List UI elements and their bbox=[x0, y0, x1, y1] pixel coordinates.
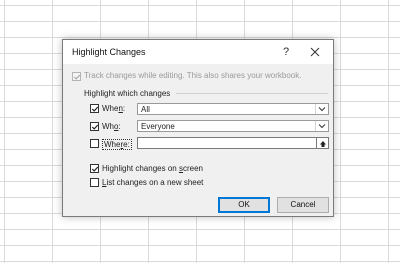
who-value: Everyone bbox=[141, 122, 175, 131]
when-label: When: bbox=[102, 104, 126, 113]
who-dropdown[interactable]: Everyone bbox=[137, 120, 329, 132]
dialog-title: Highlight Changes bbox=[72, 47, 146, 57]
where-input[interactable] bbox=[137, 137, 317, 149]
list-new-sheet-checkbox[interactable] bbox=[90, 178, 99, 187]
highlight-on-screen-checkbox[interactable] bbox=[90, 164, 99, 173]
list-new-sheet-label: List changes on a new sheet bbox=[102, 178, 204, 187]
track-changes-label: Track changes while editing. This also s… bbox=[84, 71, 302, 80]
who-dropdown-arrow[interactable] bbox=[315, 121, 328, 131]
cancel-button[interactable]: Cancel bbox=[277, 197, 329, 213]
checkmark-icon bbox=[91, 124, 99, 130]
help-button[interactable]: ? bbox=[277, 43, 295, 61]
checkmark-icon bbox=[91, 106, 99, 112]
group-divider bbox=[176, 93, 328, 94]
when-checkbox[interactable] bbox=[90, 104, 99, 113]
collapse-range-icon bbox=[320, 141, 326, 147]
highlight-changes-dialog: Highlight Changes ? Track changes while … bbox=[62, 39, 334, 217]
where-checkbox[interactable] bbox=[90, 139, 99, 148]
collapse-range-button[interactable] bbox=[317, 137, 329, 149]
when-dropdown-arrow[interactable] bbox=[315, 104, 328, 114]
who-checkbox[interactable] bbox=[90, 122, 99, 131]
checkmark-icon bbox=[91, 166, 99, 172]
chevron-down-icon bbox=[318, 124, 326, 129]
when-dropdown[interactable]: All bbox=[137, 103, 329, 115]
close-button[interactable] bbox=[306, 43, 324, 61]
when-value: All bbox=[141, 105, 150, 114]
ok-button[interactable]: OK bbox=[218, 197, 270, 213]
who-label: Who: bbox=[102, 122, 121, 131]
group-label: Highlight which changes bbox=[84, 89, 171, 98]
track-changes-checkbox[interactable] bbox=[72, 72, 81, 81]
close-icon bbox=[310, 47, 320, 57]
checkmark-icon bbox=[73, 74, 81, 80]
title-bar: Highlight Changes ? bbox=[63, 40, 333, 64]
highlight-on-screen-label: Highlight changes on screen bbox=[102, 164, 203, 173]
where-label: Where: bbox=[102, 139, 132, 150]
chevron-down-icon bbox=[318, 107, 326, 112]
